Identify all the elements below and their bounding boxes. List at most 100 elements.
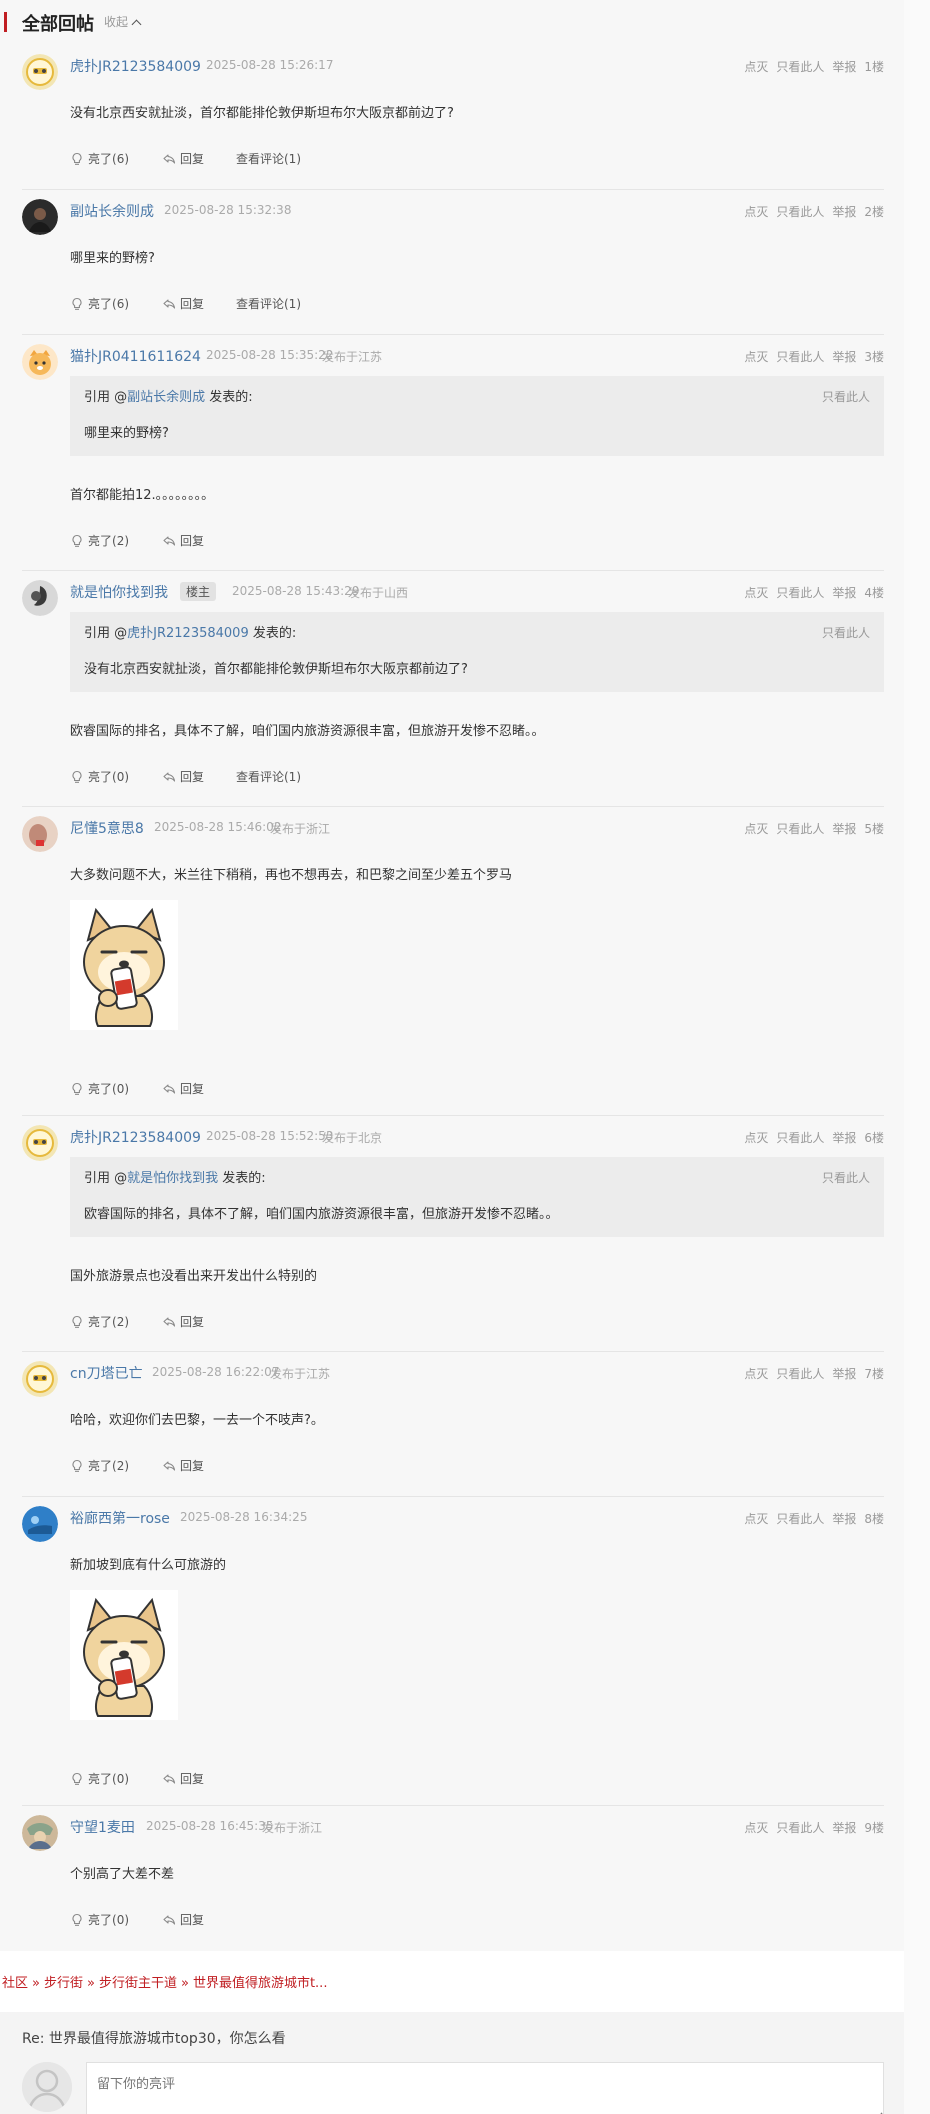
username[interactable]: cn刀塔已亡 bbox=[70, 1363, 143, 1383]
post-location: 发布于浙江 bbox=[262, 1821, 323, 1835]
like-count: (0) bbox=[112, 1913, 130, 1927]
collapse-label: 收起 bbox=[104, 15, 129, 29]
breadcrumb-item[interactable]: 步行街 bbox=[44, 1976, 83, 1991]
only-this-user-button[interactable]: 只看此人 bbox=[776, 1821, 824, 1835]
collapse-toggle[interactable]: 收起 bbox=[104, 13, 142, 30]
avatar[interactable] bbox=[22, 1361, 58, 1397]
username[interactable]: 虎扑JR2123584009 bbox=[70, 1127, 201, 1147]
avatar[interactable] bbox=[22, 580, 58, 616]
avatar[interactable] bbox=[22, 1815, 58, 1851]
breadcrumb-item[interactable]: 社区 bbox=[2, 1976, 28, 1991]
dislike-button[interactable]: 点灭 bbox=[744, 350, 768, 364]
reply-textarea[interactable] bbox=[86, 2062, 884, 2114]
quote-only-this-user-button[interactable]: 只看此人 bbox=[822, 1169, 870, 1186]
reply-button[interactable]: 回复 bbox=[162, 1313, 204, 1330]
avatar[interactable] bbox=[22, 54, 58, 90]
reply-label: 回复 bbox=[180, 1315, 205, 1329]
report-button[interactable]: 举报 bbox=[832, 1131, 856, 1145]
post-content: 国外旅游景点也没看出来开发出什么特别的 bbox=[70, 1269, 318, 1284]
like-button[interactable]: 亮了(2) bbox=[70, 1457, 129, 1474]
like-button[interactable]: 亮了(0) bbox=[70, 768, 129, 785]
username[interactable]: 猫扑JR0411611624 bbox=[70, 346, 201, 366]
like-button[interactable]: 亮了(0) bbox=[70, 1770, 129, 1787]
report-button[interactable]: 举报 bbox=[832, 60, 856, 74]
reply-button[interactable]: 回复 bbox=[162, 768, 204, 785]
reply-button[interactable]: 回复 bbox=[162, 1080, 204, 1097]
username[interactable]: 守望1麦田 bbox=[70, 1817, 135, 1837]
dislike-button[interactable]: 点灭 bbox=[744, 205, 768, 219]
report-button[interactable]: 举报 bbox=[832, 1367, 856, 1381]
avatar[interactable] bbox=[22, 1506, 58, 1542]
dislike-button[interactable]: 点灭 bbox=[744, 822, 768, 836]
username[interactable]: 副站长余则成 bbox=[70, 201, 154, 221]
only-this-user-button[interactable]: 只看此人 bbox=[776, 205, 824, 219]
report-button[interactable]: 举报 bbox=[832, 1512, 856, 1526]
avatar[interactable] bbox=[22, 1125, 58, 1161]
header-title: 全部回帖 bbox=[22, 14, 94, 35]
floor-number: 9楼 bbox=[864, 1821, 884, 1835]
quote-username[interactable]: 就是怕你找到我 bbox=[127, 1171, 218, 1186]
dislike-button[interactable]: 点灭 bbox=[744, 60, 768, 74]
username[interactable]: 虎扑JR2123584009 bbox=[70, 56, 201, 76]
username[interactable]: 尼懂5意思8 bbox=[70, 818, 144, 838]
dislike-button[interactable]: 点灭 bbox=[744, 1131, 768, 1145]
quote-content: 哪里来的野榜? bbox=[84, 426, 169, 441]
report-button[interactable]: 举报 bbox=[832, 350, 856, 364]
view-comments-button[interactable]: 查看评论(1) bbox=[236, 150, 301, 167]
reply-label: 回复 bbox=[180, 1913, 205, 1927]
avatar[interactable] bbox=[22, 199, 58, 235]
only-this-user-button[interactable]: 只看此人 bbox=[776, 822, 824, 836]
avatar[interactable] bbox=[22, 344, 58, 380]
breadcrumb-item[interactable]: 世界最值得旅游城市t... bbox=[193, 1976, 328, 1991]
like-button[interactable]: 亮了(2) bbox=[70, 532, 129, 549]
breadcrumb-separator: » bbox=[32, 1976, 40, 1991]
floor-number: 6楼 bbox=[864, 1131, 884, 1145]
like-button[interactable]: 亮了(0) bbox=[70, 1080, 129, 1097]
dislike-button[interactable]: 点灭 bbox=[744, 1512, 768, 1526]
like-button[interactable]: 亮了(2) bbox=[70, 1313, 129, 1330]
report-button[interactable]: 举报 bbox=[832, 1821, 856, 1835]
username[interactable]: 就是怕你找到我 bbox=[70, 582, 168, 602]
view-comments-button[interactable]: 查看评论(1) bbox=[236, 768, 301, 785]
report-button[interactable]: 举报 bbox=[832, 205, 856, 219]
quote-only-this-user-button[interactable]: 只看此人 bbox=[822, 388, 870, 405]
like-button[interactable]: 亮了(6) bbox=[70, 150, 129, 167]
view-comments-button[interactable]: 查看评论(1) bbox=[236, 295, 301, 312]
reply-button[interactable]: 回复 bbox=[162, 150, 204, 167]
like-button[interactable]: 亮了(6) bbox=[70, 295, 129, 312]
reply-button[interactable]: 回复 bbox=[162, 1457, 204, 1474]
reply-label: 回复 bbox=[180, 534, 205, 548]
quote-username[interactable]: 虎扑JR2123584009 bbox=[127, 626, 249, 641]
post-floor-4: 就是怕你找到我 楼主 2025-08-28 15:43:29 发布于山西 点灭只… bbox=[22, 580, 884, 784]
post-actions-right: 点灭 只看此人 举报 8楼 bbox=[736, 1510, 884, 1527]
user-avatar bbox=[22, 2062, 72, 2112]
dislike-button[interactable]: 点灭 bbox=[744, 1821, 768, 1835]
post-time: 2025-08-28 15:46:02 bbox=[154, 820, 282, 834]
quote-only-this-user-button[interactable]: 只看此人 bbox=[822, 624, 870, 641]
post-location: 发布于山西 bbox=[348, 586, 409, 600]
reply-button[interactable]: 回复 bbox=[162, 532, 204, 549]
post-floor-7: cn刀塔已亡 2025-08-28 16:22:07 发布于江苏 点灭 只看此人举… bbox=[22, 1361, 884, 1481]
breadcrumb-item[interactable]: 步行街主干道 bbox=[99, 1976, 177, 1991]
username[interactable]: 裕廊西第一rose bbox=[70, 1508, 170, 1528]
only-this-user-button[interactable]: 只看此人 bbox=[776, 586, 824, 600]
like-label: 亮了 bbox=[88, 534, 113, 548]
reply-box: Re: 世界最值得旅游城市top30，你怎么看 bbox=[0, 2012, 904, 2114]
only-this-user-button[interactable]: 只看此人 bbox=[776, 1512, 824, 1526]
only-this-user-button[interactable]: 只看此人 bbox=[776, 1131, 824, 1145]
report-button[interactable]: 举报 bbox=[832, 822, 856, 836]
lightbulb-icon bbox=[72, 297, 82, 310]
reply-button[interactable]: 回复 bbox=[162, 1911, 204, 1928]
dislike-button[interactable]: 点灭 bbox=[744, 1367, 768, 1381]
only-this-user-button[interactable]: 只看此人 bbox=[776, 60, 824, 74]
reply-button[interactable]: 回复 bbox=[162, 295, 204, 312]
only-this-user-button[interactable]: 只看此人 bbox=[776, 1367, 824, 1381]
post-floor-8: 裕廊西第一rose 2025-08-28 16:34:25 点灭 只看此人 举报 8楼… bbox=[22, 1506, 884, 1786]
like-button[interactable]: 亮了(0) bbox=[70, 1911, 129, 1928]
quote-username[interactable]: 副站长余则成 bbox=[127, 390, 205, 405]
avatar[interactable] bbox=[22, 816, 58, 852]
dislike-button[interactable]: 点灭 bbox=[744, 586, 768, 600]
report-button[interactable]: 举报 bbox=[832, 586, 856, 600]
only-this-user-button[interactable]: 只看此人 bbox=[776, 350, 824, 364]
reply-button[interactable]: 回复 bbox=[162, 1770, 204, 1787]
